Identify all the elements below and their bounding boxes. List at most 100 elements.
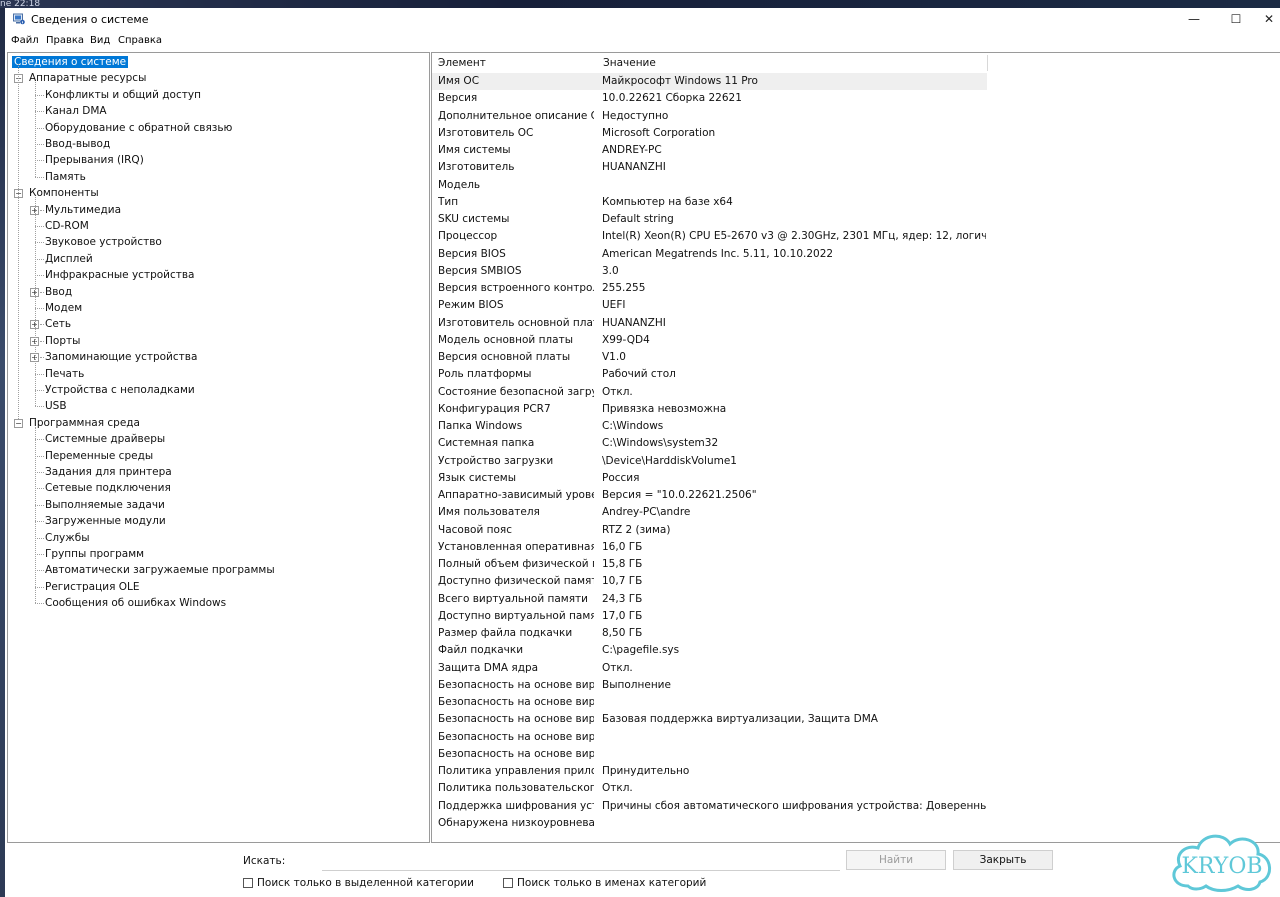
tree-item-root[interactable]: Сведения о системе xyxy=(12,54,129,70)
tree-item[interactable]: Ввод xyxy=(45,284,72,300)
tree-item[interactable]: Память xyxy=(45,169,86,185)
table-row[interactable]: SKU системы Default string xyxy=(432,211,987,228)
table-row[interactable]: Безопасность на основе вирту... Базовая п… xyxy=(432,711,987,728)
table-row[interactable]: Папка Windows C:\Windows xyxy=(432,418,987,435)
row-value-cell: American Megatrends Inc. 5.11, 10.10.202… xyxy=(602,247,834,260)
table-row[interactable]: Системная папка C:\Windows\system32 xyxy=(432,435,987,452)
table-row[interactable]: Роль платформы Рабочий стол xyxy=(432,366,987,383)
column-header-item[interactable]: Элемент xyxy=(432,53,597,73)
tree-item[interactable]: Ввод-вывод xyxy=(45,136,110,152)
tree-item[interactable]: Переменные среды xyxy=(45,448,153,464)
column-separator[interactable] xyxy=(987,55,988,71)
tree-group[interactable]: Компоненты xyxy=(29,185,99,201)
table-row[interactable]: Политика управления прилож... Принудитель… xyxy=(432,763,987,780)
table-row[interactable]: Версия основной платы V1.0 xyxy=(432,349,987,366)
table-row[interactable]: Аппаратно-зависимый уровен... Версия = "1… xyxy=(432,487,987,504)
close-button[interactable]: ✕ xyxy=(1249,8,1280,30)
table-row[interactable]: Обнаружена низкоуровневая ... xyxy=(432,815,987,832)
table-row[interactable]: Версия SMBIOS 3.0 xyxy=(432,263,987,280)
table-row[interactable]: Установленная оперативная п... 16,0 ГБ xyxy=(432,539,987,556)
tree-item[interactable]: Модем xyxy=(45,300,82,316)
table-row[interactable]: Полный объем физической па... 15,8 ГБ xyxy=(432,556,987,573)
tree-item[interactable]: Сообщения об ошибках Windows xyxy=(45,595,226,611)
table-row[interactable]: Защита DMA ядра Откл. xyxy=(432,660,987,677)
tree-item[interactable]: Системные драйверы xyxy=(45,431,165,447)
menu-edit[interactable]: Правка xyxy=(46,35,84,46)
table-row[interactable]: Имя ОС Майкрософт Windows 11 Pro xyxy=(432,73,987,90)
tree-item[interactable]: Загруженные модули xyxy=(45,513,166,529)
table-row[interactable]: Конфигурация PCR7 Привязка невозможна xyxy=(432,401,987,418)
tree-item[interactable]: Инфракрасные устройства xyxy=(45,267,195,283)
search-category-names-checkbox[interactable] xyxy=(503,878,513,888)
tree-item[interactable]: Канал DMA xyxy=(45,103,107,119)
table-row[interactable]: Доступно виртуальной памяти 17,0 ГБ xyxy=(432,608,987,625)
table-row[interactable]: Безопасность на основе вирту... xyxy=(432,746,987,763)
category-tree[interactable]: Сведения о системе − Аппаратные ресурсы Кон… xyxy=(7,52,430,843)
tree-item[interactable]: Мультимедиа xyxy=(45,202,121,218)
table-row[interactable]: Модель xyxy=(432,177,987,194)
menu-file[interactable]: Файл xyxy=(11,35,39,46)
tree-item[interactable]: Прерывания (IRQ) xyxy=(45,152,144,168)
table-row[interactable]: Изготовитель ОС Microsoft Corporation xyxy=(432,125,987,142)
minimize-button[interactable]: — xyxy=(1174,8,1214,30)
table-row[interactable]: Язык системы Россия xyxy=(432,470,987,487)
table-row[interactable]: Доступно физической памяти 10,7 ГБ xyxy=(432,573,987,590)
search-input[interactable] xyxy=(322,849,840,871)
tree-item[interactable]: Оборудование с обратной связью xyxy=(45,120,232,136)
table-row[interactable]: Политика пользовательского ... Откл. xyxy=(432,780,987,797)
tree-item[interactable]: Задания для принтера xyxy=(45,464,172,480)
table-row[interactable]: Всего виртуальной памяти 24,3 ГБ xyxy=(432,591,987,608)
table-row[interactable]: Процессор Intel(R) Xeon(R) CPU E5-2670 v3… xyxy=(432,228,987,245)
table-row[interactable]: Файл подкачки C:\pagefile.sys xyxy=(432,642,987,659)
tree-item[interactable]: Сетевые подключения xyxy=(45,480,171,496)
tree-item[interactable]: Сеть xyxy=(45,316,71,332)
collapse-toggle-icon[interactable]: − xyxy=(14,418,23,428)
table-row[interactable]: Дополнительное описание ОС Недоступно xyxy=(432,108,987,125)
table-row[interactable]: Устройство загрузки \Device\HarddiskVolum… xyxy=(432,453,987,470)
table-row[interactable]: Версия встроенного контролл... 255.255 xyxy=(432,280,987,297)
tree-item[interactable]: Выполняемые задачи xyxy=(45,497,165,513)
tree-item[interactable]: Дисплей xyxy=(45,251,93,267)
tree-item[interactable]: Устройства с неполадками xyxy=(45,382,195,398)
tree-item[interactable]: CD-ROM xyxy=(45,218,89,234)
tree-group[interactable]: Аппаратные ресурсы xyxy=(29,70,146,86)
tree-group[interactable]: Программная среда xyxy=(29,415,140,431)
table-row[interactable]: Безопасность на основе вирту... xyxy=(432,694,987,711)
table-row[interactable]: Изготовитель основной платы HUANANZHI xyxy=(432,315,987,332)
table-row[interactable]: Безопасность на основе вирту... xyxy=(432,729,987,746)
row-value-cell: ANDREY-PC xyxy=(602,144,662,156)
tree-item[interactable]: Звуковое устройство xyxy=(45,234,162,250)
table-row[interactable]: Размер файла подкачки 8,50 ГБ xyxy=(432,625,987,642)
search-selected-category-checkbox[interactable] xyxy=(243,878,253,888)
tree-item[interactable]: Порты xyxy=(45,333,80,349)
table-row[interactable]: Состояние безопасной загруз... Откл. xyxy=(432,384,987,401)
table-row[interactable]: Безопасность на основе вирту... Выполнени… xyxy=(432,677,987,694)
table-row[interactable]: Версия BIOS American Megatrends Inc. 5.11… xyxy=(432,246,987,263)
search-category-names-option[interactable]: Поиск только в именах категорий xyxy=(503,877,706,889)
column-header-value[interactable]: Значение xyxy=(597,53,987,73)
tree-item[interactable]: Службы xyxy=(45,530,89,546)
table-row[interactable]: Модель основной платы X99-QD4 xyxy=(432,332,987,349)
tree-item[interactable]: Автоматически загружаемые программы xyxy=(45,562,275,578)
table-row[interactable]: Имя пользователя Andrey-PC\andre xyxy=(432,504,987,521)
table-row[interactable]: Изготовитель HUANANZHI xyxy=(432,159,987,176)
table-row[interactable]: Тип Компьютер на базе x64 xyxy=(432,194,987,211)
tree-item[interactable]: Запоминающие устройства xyxy=(45,349,197,365)
tree-item[interactable]: Регистрация OLE xyxy=(45,579,140,595)
menu-view[interactable]: Вид xyxy=(90,35,110,46)
table-row[interactable]: Версия 10.0.22621 Сборка 22621 xyxy=(432,90,987,107)
tree-item[interactable]: USB xyxy=(45,398,67,414)
table-row[interactable]: Режим BIOS UEFI xyxy=(432,297,987,314)
tree-item[interactable]: Конфликты и общий доступ xyxy=(45,87,201,103)
tree-item-label: USB xyxy=(45,400,67,413)
tree-item[interactable]: Печать xyxy=(45,366,84,382)
tree-item[interactable]: Группы программ xyxy=(45,546,144,562)
menu-help[interactable]: Справка xyxy=(118,35,162,46)
table-row[interactable]: Часовой пояс RTZ 2 (зима) xyxy=(432,522,987,539)
find-button[interactable]: Найти xyxy=(846,850,946,870)
search-selected-category-option[interactable]: Поиск только в выделенной категории xyxy=(243,877,474,889)
table-row[interactable]: Имя системы ANDREY-PC xyxy=(432,142,987,159)
tree-item-label: Дисплей xyxy=(45,252,93,265)
close-dialog-button[interactable]: Закрыть xyxy=(953,850,1053,870)
table-row[interactable]: Поддержка шифрования устр... Причины сбоя… xyxy=(432,798,987,815)
